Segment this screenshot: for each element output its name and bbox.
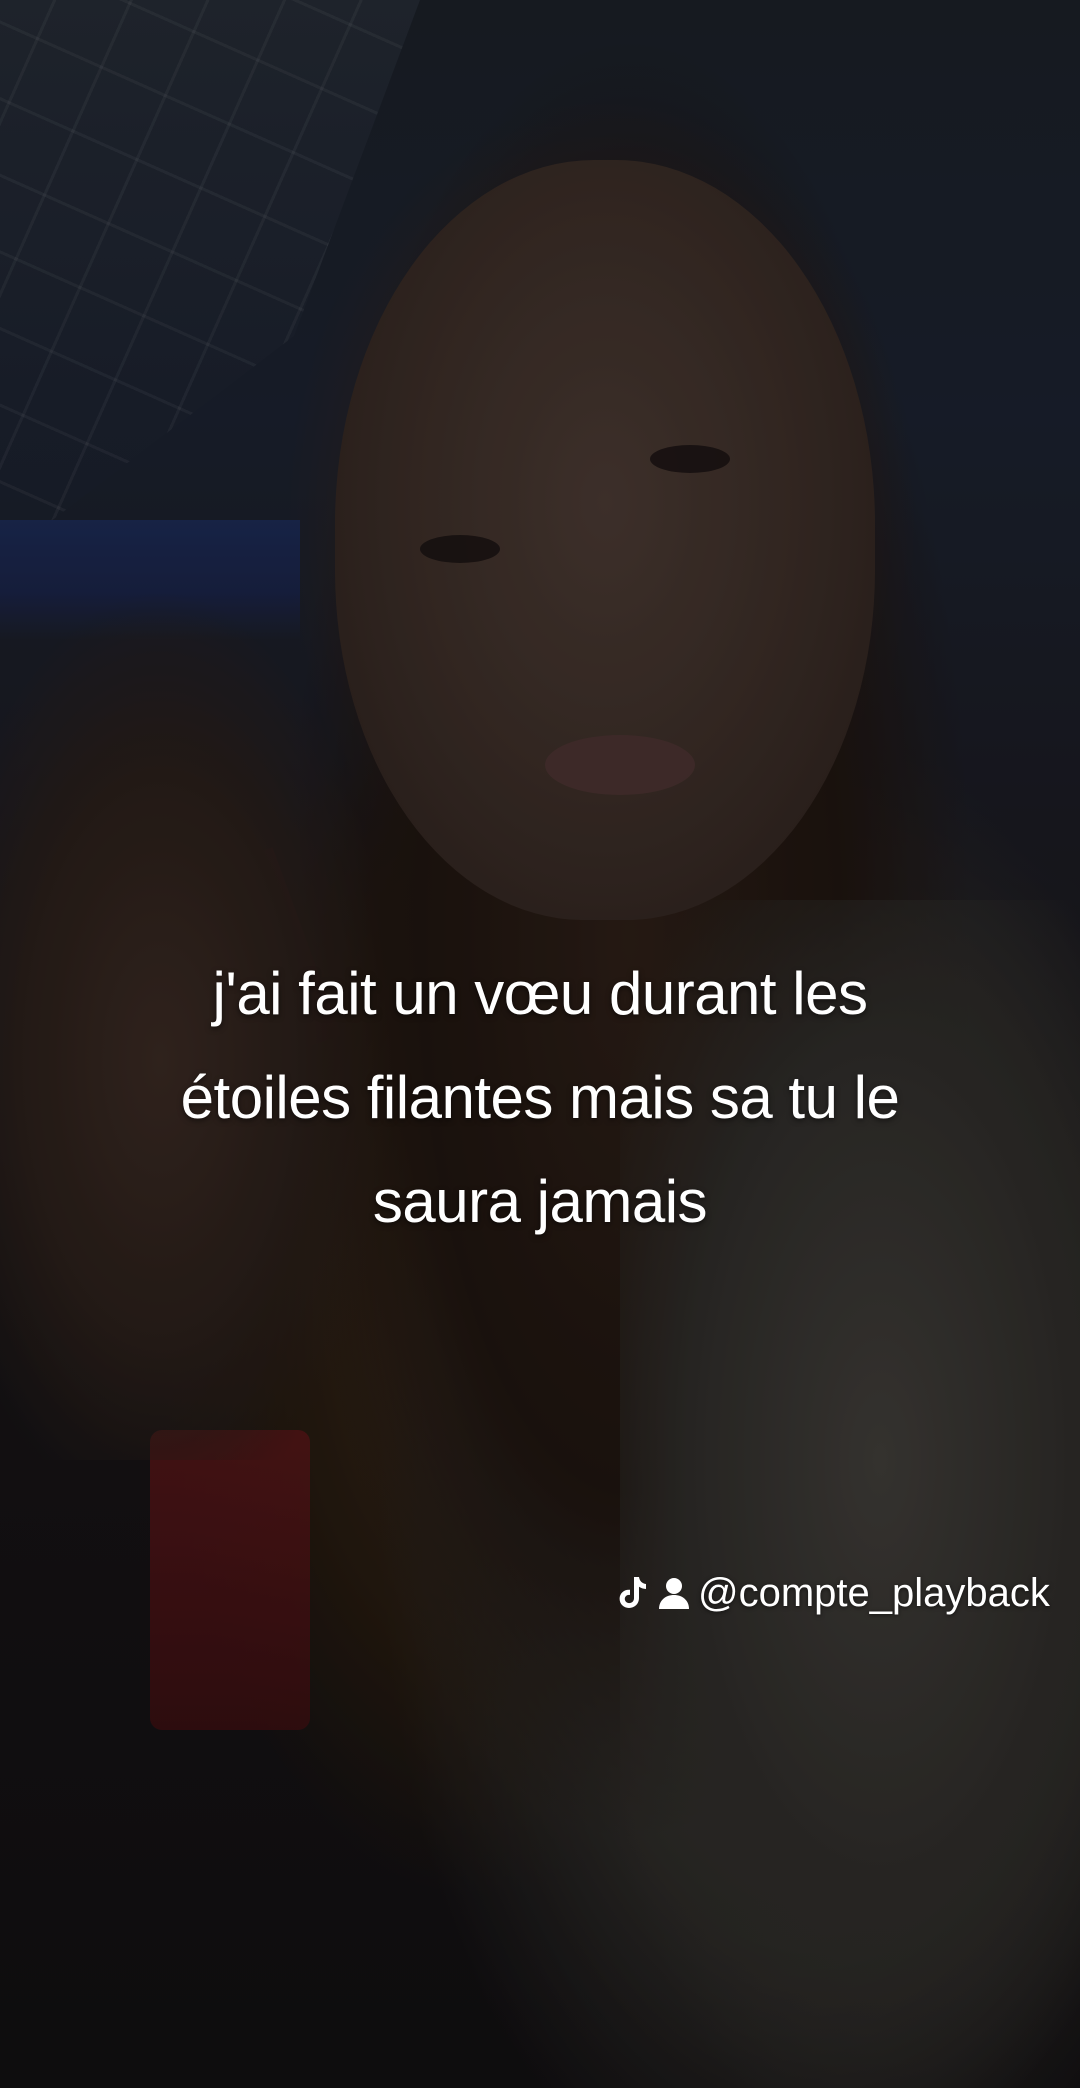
- creator-handle: @compte_playback: [698, 1570, 1050, 1615]
- user-icon: [656, 1573, 692, 1613]
- video-frame: j'ai fait un vœu durant les étoiles fila…: [0, 0, 1080, 2088]
- tiktok-watermark: @compte_playback: [614, 1566, 1050, 1620]
- caption-text: j'ai fait un vœu durant les étoiles fila…: [40, 942, 1040, 1254]
- caption-line: j'ai fait un vœu durant les: [212, 960, 868, 1027]
- caption-line: étoiles filantes mais sa tu le: [180, 1064, 900, 1131]
- caption-line: saura jamais: [372, 1168, 708, 1235]
- tiktok-logo-icon: [614, 1573, 650, 1613]
